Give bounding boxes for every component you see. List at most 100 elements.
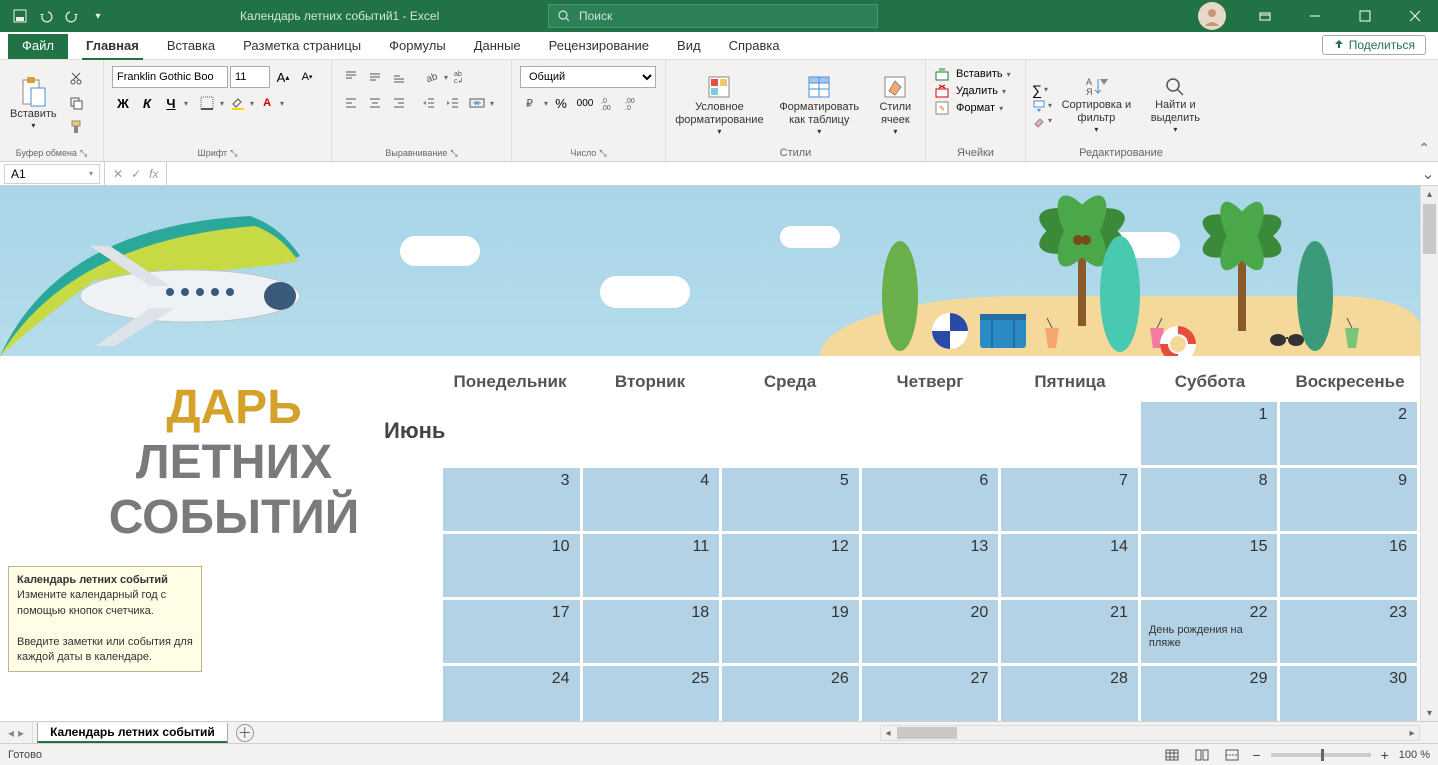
calendar-cell[interactable]: 25 [583,666,720,721]
zoom-level[interactable]: 100 % [1399,749,1430,761]
fill-button[interactable]: ▾ [1032,99,1052,113]
border-icon[interactable] [196,92,218,114]
increase-decimal-icon[interactable]: ,0,00 [598,92,620,114]
increase-font-icon[interactable]: A▴ [272,66,294,88]
align-center-icon[interactable] [364,92,386,114]
tab-page-layout[interactable]: Разметка страницы [229,34,375,59]
decrease-indent-icon[interactable] [418,92,440,114]
scroll-right-icon[interactable]: ▸ [1405,728,1419,739]
tab-help[interactable]: Справка [715,34,794,59]
align-middle-icon[interactable] [364,66,386,88]
wrap-text-icon[interactable]: abc↲ [450,66,472,88]
underline-button[interactable]: Ч [160,92,182,114]
format-painter-icon[interactable] [65,116,87,138]
calendar-cell[interactable]: 13 [862,534,999,597]
decrease-font-icon[interactable]: A▾ [296,66,318,88]
calendar-cell[interactable]: 14 [1001,534,1138,597]
user-avatar[interactable] [1198,2,1226,30]
vertical-scrollbar[interactable]: ▴ ▾ [1420,186,1438,721]
undo-icon[interactable] [34,4,58,28]
sort-filter-button[interactable]: АЯ Сортировка и фильтр▾ [1056,64,1137,145]
calendar-cell[interactable]: 12 [722,534,859,597]
tab-home[interactable]: Главная [72,34,153,59]
calendar-cell[interactable]: 30 [1280,666,1417,721]
copy-icon[interactable] [65,92,87,114]
calendar-cell[interactable]: 9 [1280,468,1417,531]
calendar-cell[interactable]: 26 [722,666,859,721]
format-cells-button[interactable]: Формат▾ [934,100,1017,116]
calendar-cell[interactable]: 15 [1141,534,1278,597]
sheet-nav-next-icon[interactable]: ▸ [18,726,24,740]
scroll-thumb[interactable] [1423,204,1436,254]
save-icon[interactable] [8,4,32,28]
tab-view[interactable]: Вид [663,34,715,59]
hscroll-thumb[interactable] [897,727,957,739]
zoom-in-button[interactable]: + [1381,747,1389,763]
redo-icon[interactable] [60,4,84,28]
delete-cells-button[interactable]: Удалить▾ [934,83,1017,99]
calendar-cell[interactable]: 1 [1141,402,1278,465]
horizontal-scrollbar[interactable]: ◂ ▸ [880,725,1420,741]
scroll-up-icon[interactable]: ▴ [1421,186,1438,202]
align-bottom-icon[interactable] [388,66,410,88]
calendar-cell[interactable]: 20 [862,600,999,663]
tab-review[interactable]: Рецензирование [535,34,663,59]
fx-icon[interactable]: fx [149,167,158,181]
italic-button[interactable]: К [136,92,158,114]
page-layout-view-icon[interactable] [1192,747,1212,763]
ribbon-display-icon[interactable] [1242,0,1288,32]
calendar-cell[interactable]: 19 [722,600,859,663]
font-size-select[interactable] [230,66,270,88]
calendar-cell[interactable]: 5 [722,468,859,531]
number-format-select[interactable]: Общий [520,66,656,88]
normal-view-icon[interactable] [1162,747,1182,763]
close-icon[interactable] [1392,0,1438,32]
cancel-formula-icon[interactable]: ✕ [113,167,123,181]
insert-cells-button[interactable]: Вставить▾ [934,66,1017,82]
sheet-tab-active[interactable]: Календарь летних событий [37,723,228,743]
cell-styles-button[interactable]: Стили ячеек▾ [872,64,919,145]
tab-formulas[interactable]: Формулы [375,34,460,59]
calendar-cell[interactable]: 8 [1141,468,1278,531]
calendar-cell[interactable]: 22День рождения на пляже [1141,600,1278,663]
calendar-cell[interactable]: 29 [1141,666,1278,721]
share-button[interactable]: Поделиться [1322,35,1426,55]
paste-button[interactable]: Вставить ▾ [6,64,61,142]
accounting-format-icon[interactable]: ₽ [520,92,542,114]
zoom-out-button[interactable]: − [1252,747,1260,763]
worksheet[interactable]: ДАРЬ ЛЕТНИХ СОБЫТИЙ Июнь ПонедельникВтор… [0,186,1420,721]
qat-customize-icon[interactable]: ▾ [86,4,110,28]
align-right-icon[interactable] [388,92,410,114]
calendar-cell[interactable]: 23 [1280,600,1417,663]
increase-indent-icon[interactable] [442,92,464,114]
calendar-cell[interactable]: 27 [862,666,999,721]
align-top-icon[interactable] [340,66,362,88]
maximize-icon[interactable] [1342,0,1388,32]
collapse-ribbon-icon[interactable]: ⌃ [1418,140,1430,157]
scroll-left-icon[interactable]: ◂ [881,728,895,739]
name-box[interactable]: A1▾ [4,164,100,184]
bold-button[interactable]: Ж [112,92,134,114]
search-box[interactable]: Поиск [548,4,878,28]
calendar-cell[interactable]: 10 [443,534,580,597]
font-color-icon[interactable]: A [256,92,278,114]
orientation-icon[interactable]: ab [420,66,442,88]
find-select-button[interactable]: Найти и выделить▾ [1141,64,1210,145]
calendar-cell[interactable]: 7 [1001,468,1138,531]
enter-formula-icon[interactable]: ✓ [131,167,141,181]
calendar-cell[interactable]: 16 [1280,534,1417,597]
decrease-decimal-icon[interactable]: ,00,0 [622,92,644,114]
expand-formula-bar-icon[interactable]: ⌄ [1418,164,1438,184]
formula-input[interactable] [167,164,1418,184]
calendar-cell[interactable]: 3 [443,468,580,531]
page-break-view-icon[interactable] [1222,747,1242,763]
tab-file[interactable]: Файл [8,34,68,59]
align-left-icon[interactable] [340,92,362,114]
conditional-formatting-button[interactable]: Условное форматирование▾ [672,64,767,145]
tab-insert[interactable]: Вставка [153,34,229,59]
add-sheet-button[interactable]: ＋ [236,724,254,742]
calendar-cell[interactable]: 11 [583,534,720,597]
calendar-cell[interactable]: 2 [1280,402,1417,465]
cut-icon[interactable] [65,68,87,90]
calendar-cell[interactable]: 24 [443,666,580,721]
